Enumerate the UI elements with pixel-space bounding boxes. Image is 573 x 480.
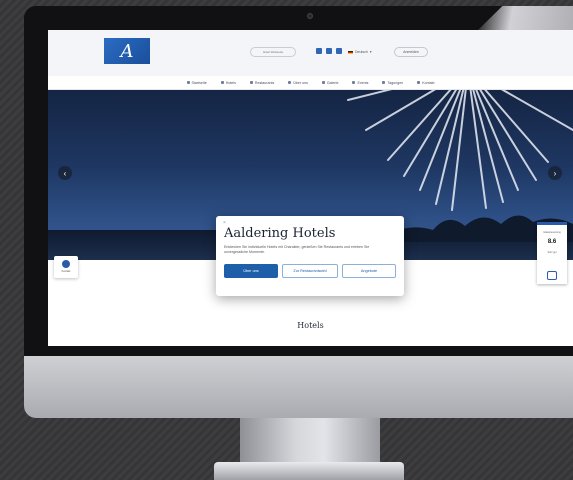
- instagram-icon[interactable]: [326, 48, 332, 54]
- about-us-button[interactable]: Über uns: [224, 264, 278, 278]
- restaurant-icon: [249, 81, 253, 84]
- monitor-base: [214, 462, 404, 480]
- gallery-icon: [321, 81, 325, 84]
- monitor-chin: [24, 356, 573, 418]
- slider-next-button[interactable]: ›: [548, 166, 562, 180]
- language-select[interactable]: Deutsch ▾: [348, 47, 372, 57]
- offers-button[interactable]: Angebote: [342, 264, 396, 278]
- site-logo[interactable]: A: [104, 38, 150, 64]
- linkedin-icon[interactable]: [336, 48, 342, 54]
- mail-icon: [417, 81, 421, 84]
- section-title: Hotels: [297, 321, 324, 330]
- german-flag-icon: [348, 50, 353, 54]
- info-icon: [288, 81, 292, 84]
- rating-badge-icon: [547, 271, 557, 280]
- language-label: Deutsch: [355, 50, 368, 54]
- firework-rays: [347, 90, 573, 211]
- rating-widget[interactable]: Gäste­bewertung 8.6 Sehr gut: [537, 222, 567, 284]
- hotel-icon: [220, 81, 224, 84]
- calendar-icon: [352, 81, 356, 84]
- screen-glare: [476, 6, 573, 32]
- meeting-icon: [382, 81, 386, 84]
- home-icon: [186, 81, 190, 84]
- nav-item-events[interactable]: Events: [352, 81, 368, 85]
- rating-value: 8.6: [547, 239, 557, 245]
- restaurant-selection-button[interactable]: Zur Restaurantwahl: [282, 264, 338, 278]
- header-search-field[interactable]: Hotel Webseite: [250, 47, 296, 57]
- chevron-down-icon: ▾: [369, 50, 372, 54]
- logo-glyph: A: [120, 40, 134, 62]
- nav-item-home[interactable]: Startseite: [186, 81, 207, 85]
- chat-widget[interactable]: Kontakt: [54, 256, 78, 278]
- nav-item-meetings[interactable]: Tagungen: [382, 81, 403, 85]
- monitor-stand: [240, 418, 380, 466]
- slider-prev-button[interactable]: ‹: [58, 166, 72, 180]
- nav-item-contact[interactable]: Kontakt: [417, 81, 434, 85]
- rating-caption-bottom: Sehr gut: [547, 251, 557, 254]
- site-header: A Hotel Webseite Deutsch ▾ Anmelden: [48, 30, 573, 76]
- nav-item-hotels[interactable]: Hotels: [220, 81, 236, 85]
- nav-item-restaurants[interactable]: Restaurants: [249, 81, 274, 85]
- nav-item-gallery[interactable]: Galerie: [321, 81, 338, 85]
- rating-caption-top: Gäste­bewertung: [543, 231, 561, 234]
- chat-label: Kontakt: [61, 270, 71, 273]
- modal-title: Aaldering Hotels: [224, 226, 336, 241]
- website-screen: A Hotel Webseite Deutsch ▾ Anmelden Star…: [48, 30, 573, 346]
- nav-item-about[interactable]: Über uns: [288, 81, 308, 85]
- chat-icon: [62, 260, 70, 268]
- facebook-icon[interactable]: [316, 48, 322, 54]
- account-button[interactable]: Anmelden: [394, 47, 428, 57]
- modal-text: Entdecken Sie individuelle Hotels mit Ch…: [224, 245, 370, 254]
- main-navigation: Startseite Hotels Restaurants Über uns G…: [48, 76, 573, 90]
- welcome-modal: × Aaldering Hotels Entdecken Sie individ…: [216, 216, 404, 296]
- camera-icon: [307, 13, 313, 19]
